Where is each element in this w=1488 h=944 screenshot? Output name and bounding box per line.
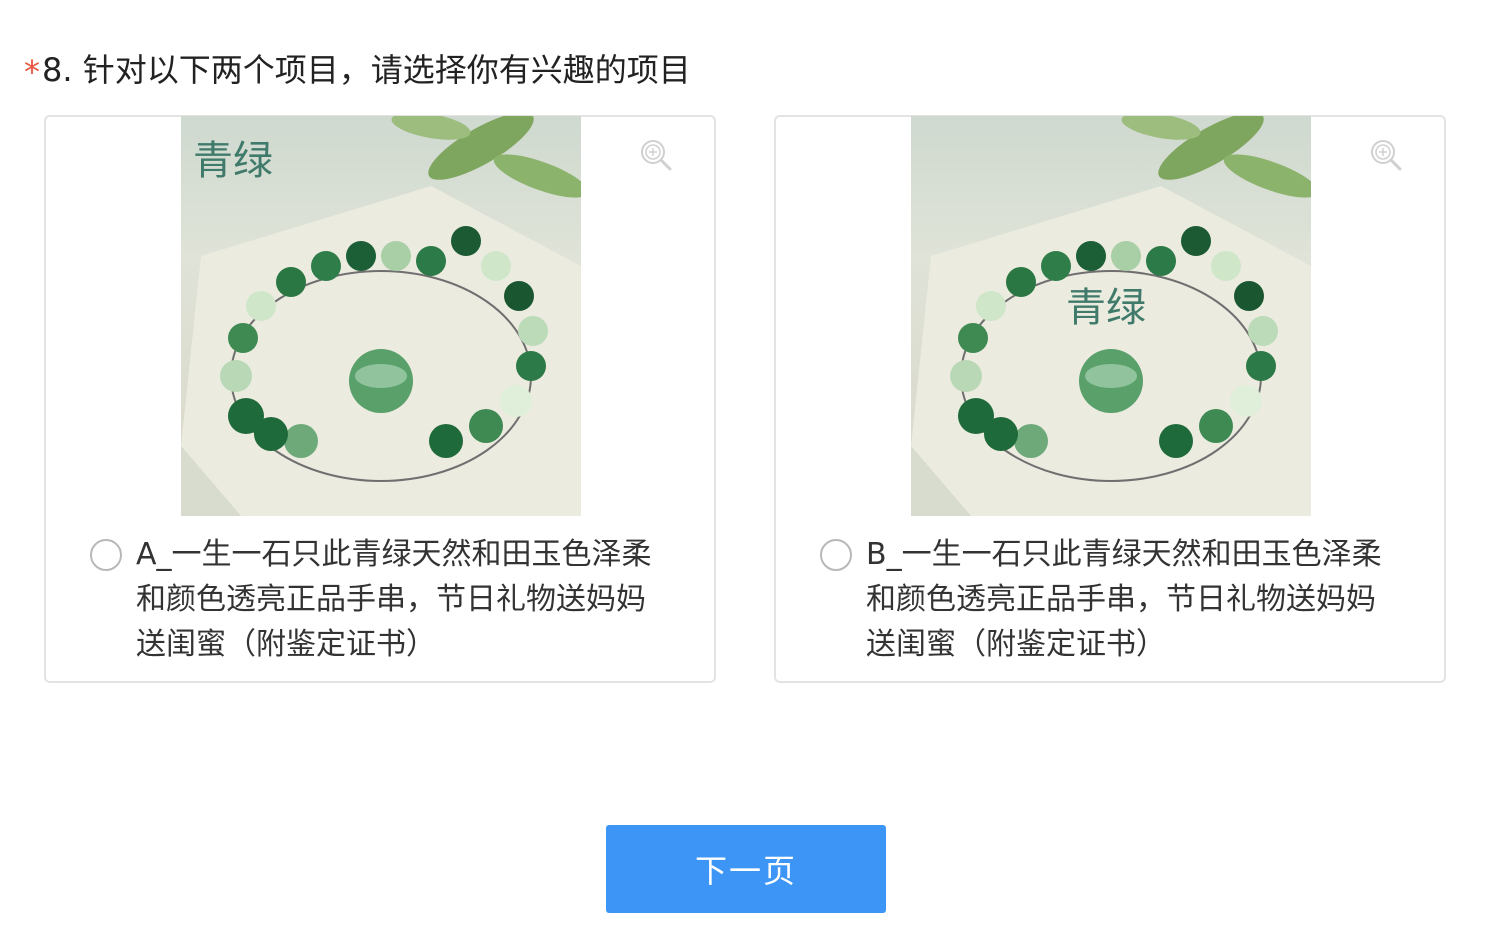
required-mark: * — [24, 53, 40, 91]
radio-button-b[interactable] — [820, 539, 852, 571]
option-card-b[interactable]: 青绿 B_一生一石只此青绿天然和田玉色泽柔和颜色透亮正品手串，节日礼物送妈妈送闺… — [774, 115, 1446, 683]
option-label-b: B_一生一石只此青绿天然和田玉色泽柔和颜色透亮正品手串，节日礼物送妈妈送闺蜜（附… — [866, 537, 1382, 662]
question-text: 8. 针对以下两个项目，请选择你有兴趣的项目 — [42, 51, 691, 89]
watermark-text: 青绿 — [193, 138, 273, 184]
option-row-a[interactable]: A_一生一石只此青绿天然和田玉色泽柔和颜色透亮正品手串，节日礼物送妈妈送闺蜜（附… — [90, 537, 670, 667]
zoom-in-icon[interactable] — [1368, 137, 1404, 173]
option-row-b[interactable]: B_一生一石只此青绿天然和田玉色泽柔和颜色透亮正品手串，节日礼物送妈妈送闺蜜（附… — [820, 537, 1400, 667]
question-title: * 8. 针对以下两个项目，请选择你有兴趣的项目 — [24, 44, 691, 92]
survey-page: * 8. 针对以下两个项目，请选择你有兴趣的项目 青绿 A_一生一石只此青绿天然… — [0, 0, 1488, 944]
radio-button-a[interactable] — [90, 539, 122, 571]
jade-bracelet-image[interactable]: 青绿 — [181, 116, 581, 516]
option-label-a: A_一生一石只此青绿天然和田玉色泽柔和颜色透亮正品手串，节日礼物送妈妈送闺蜜（附… — [136, 537, 652, 662]
next-page-button[interactable]: 下一页 — [606, 825, 886, 913]
option-card-a[interactable]: 青绿 A_一生一石只此青绿天然和田玉色泽柔和颜色透亮正品手串，节日礼物送妈妈送闺… — [44, 115, 716, 683]
jade-bracelet-image[interactable]: 青绿 — [911, 116, 1311, 516]
watermark-text: 青绿 — [1066, 285, 1146, 331]
zoom-in-icon[interactable] — [638, 137, 674, 173]
